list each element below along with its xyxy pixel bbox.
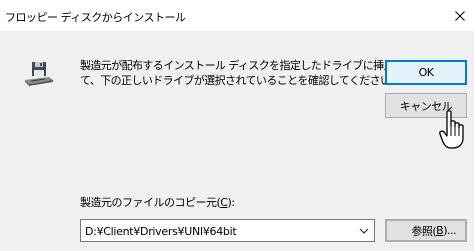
dialog-body: 製造元が配布するインストール ディスクを指定したドライブに挿入し て、下の正しい… [0,31,474,251]
copy-label-prefix: 製造元のファイルのコピー元( [80,196,221,209]
browse-label-access-key: B [436,224,444,237]
ok-button-label: OK [418,66,434,79]
floppy-disk-drive-icon [25,62,53,86]
browse-label-prefix: 参照( [411,224,437,238]
hand-pointer-cursor [439,110,464,149]
instruction-line-1: 製造元が配布するインストール ディスクを指定したドライブに挿入し [80,59,405,72]
copy-source-path: D:¥Client¥Drivers¥UNI¥64bit [85,225,237,238]
close-button[interactable] [446,0,474,31]
window-title: フロッピー ディスクからインストール [5,11,186,24]
instruction-line-2: て、下の正しいドライブが選択されていることを確認してください。 [80,74,401,87]
title-bar: フロッピー ディスクからインストール [0,0,474,31]
install-from-disk-dialog: フロッピー ディスクからインストール 製造元が配布するインストール ディスクを指… [0,0,474,251]
chevron-down-icon[interactable] [358,225,370,237]
browse-button[interactable]: 参照(B)... [385,219,467,242]
instruction-message: 製造元が配布するインストール ディスクを指定したドライブに挿入し て、下の正しい… [80,58,405,88]
copy-source-label: 製造元のファイルのコピー元(C): [80,194,235,210]
ok-button[interactable]: OK [385,60,467,85]
browse-label-suffix: )... [443,224,456,237]
copy-label-suffix: ): [227,196,235,209]
copy-source-combobox[interactable]: D:¥Client¥Drivers¥UNI¥64bit [80,219,375,242]
close-icon [455,10,465,21]
